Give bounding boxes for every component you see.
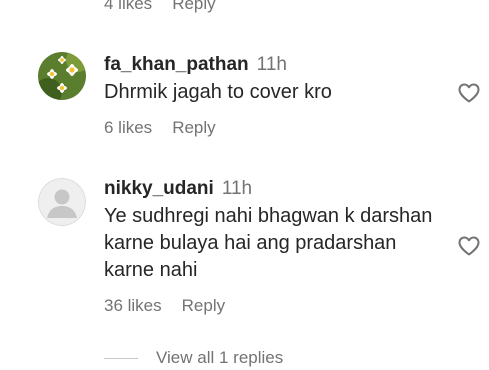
default-user-avatar-icon (38, 178, 86, 226)
comment-header: fa_khan_pathan 11h (104, 54, 439, 76)
comment-time: 11h (256, 54, 287, 75)
comment-time: 11h (221, 178, 253, 199)
avatar[interactable] (38, 52, 86, 100)
likes-count[interactable]: 6 likes (104, 118, 152, 138)
username-link[interactable]: fa_khan_pathan (104, 54, 249, 76)
username-link[interactable]: nikky_udani (104, 178, 214, 200)
comment-body: nikky_udani 11h Ye sudhregi nahi bhagwan… (104, 178, 439, 316)
view-replies[interactable]: View all 1 replies (104, 348, 283, 368)
comments-panel: 4 likes Reply fa_khan_pathan 11h Dhrmik … (0, 0, 489, 370)
likes-count[interactable]: 36 likes (104, 296, 162, 316)
previous-comment-meta: 4 likes Reply (104, 0, 216, 14)
reply-button[interactable]: Reply (172, 0, 215, 14)
comment-body: fa_khan_pathan 11h Dhrmik jagah to cover… (104, 54, 439, 138)
reply-button[interactable]: Reply (182, 296, 225, 316)
like-heart-icon[interactable] (457, 81, 481, 105)
comment-text: Dhrmik jagah to cover kro (104, 81, 332, 103)
comment-text: Ye sudhregi nahi bhagwan k darshan karne… (104, 205, 433, 281)
daisy-flowers-avatar-icon (38, 52, 86, 100)
avatar[interactable] (38, 178, 86, 226)
comment-meta: 6 likes Reply (104, 118, 439, 138)
comment-meta: 36 likes Reply (104, 296, 439, 316)
view-replies-link[interactable]: View all 1 replies (156, 348, 283, 368)
reply-button[interactable]: Reply (172, 118, 215, 138)
replies-divider (104, 357, 138, 359)
comment-header: nikky_udani 11h (104, 178, 439, 200)
likes-count[interactable]: 4 likes (104, 0, 152, 14)
like-heart-icon[interactable] (457, 234, 481, 258)
